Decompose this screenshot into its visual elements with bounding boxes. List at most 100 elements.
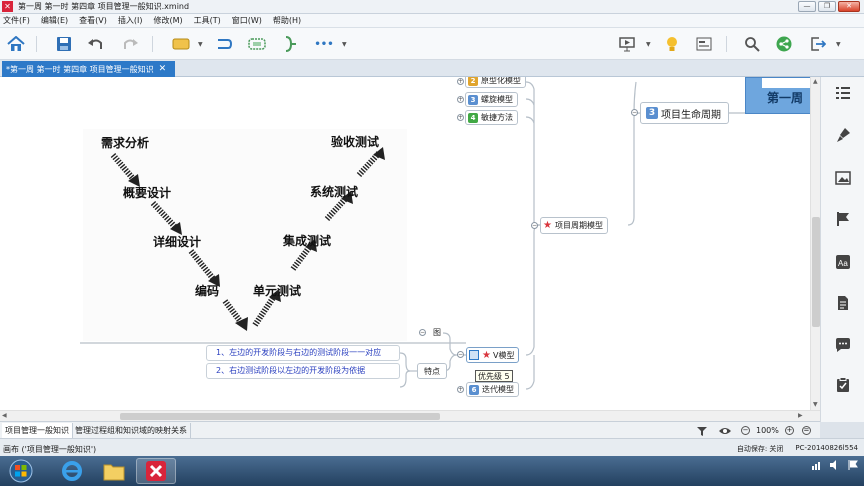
sheet-tab-general-knowledge[interactable]: 项目管理一般知识	[2, 423, 73, 438]
taskbar-ie[interactable]	[52, 458, 92, 484]
vertical-scroll-thumb[interactable]	[812, 217, 820, 327]
node-trait-two[interactable]: 2、右边测试阶段以左边的开发阶段为依据	[206, 363, 400, 379]
title-bar: ✕ 第一周 第一时 第四章 项目管理一般知识.xmind — ❐ ✕	[0, 0, 864, 14]
sheet-tab-bar: 项目管理一般知识 管理过程组和知识域的映射关系 − 100% + =	[0, 421, 820, 438]
scroll-right-icon[interactable]: ▶	[798, 412, 803, 419]
xmind-logo-icon: ✕	[2, 1, 13, 12]
presentation-icon[interactable]	[617, 34, 637, 54]
collapse-toggle-icon[interactable]: −	[531, 222, 538, 229]
network-icon[interactable]	[812, 460, 822, 470]
expand-toggle-icon[interactable]: +	[457, 114, 464, 121]
tab-close-icon[interactable]: ✕	[159, 64, 167, 74]
share-icon[interactable]	[774, 34, 794, 54]
node-project-cycle-model[interactable]: ★ 项目周期模型	[540, 217, 608, 234]
image-marker-icon	[469, 350, 479, 360]
node-project-lifecycle[interactable]: 3 项目生命周期	[640, 102, 729, 124]
scroll-left-icon[interactable]: ◀	[2, 412, 7, 419]
idea-icon[interactable]	[662, 34, 682, 54]
collapse-toggle-icon[interactable]: −	[419, 329, 426, 336]
search-icon[interactable]	[742, 34, 762, 54]
redo-icon[interactable]	[120, 34, 140, 54]
eye-icon[interactable]	[719, 426, 731, 436]
menu-file[interactable]: 文件(F)	[3, 15, 30, 26]
expand-toggle-icon[interactable]: +	[457, 78, 464, 85]
zoom-level[interactable]: 100%	[756, 426, 779, 435]
volume-icon[interactable]	[830, 460, 840, 470]
collapse-toggle-icon[interactable]: −	[631, 109, 638, 116]
menu-insert[interactable]: 插入(I)	[118, 15, 143, 26]
node-trait-one[interactable]: 1、左边的开发阶段与右边的测试阶段一一对应	[206, 345, 400, 361]
menu-help[interactable]: 帮助(H)	[273, 15, 301, 26]
task-info-icon[interactable]	[835, 377, 851, 393]
zoom-in-button[interactable]: +	[784, 426, 794, 435]
menu-window[interactable]: 窗口(W)	[232, 15, 262, 26]
node-label: 项目生命周期	[661, 109, 721, 121]
export-dropdown-icon[interactable]: ▼	[836, 41, 841, 48]
vertical-scrollbar[interactable]: ▲ ▼	[810, 77, 820, 410]
horizontal-scrollbar[interactable]: ◀ ▶	[0, 410, 820, 421]
fit-map-icon[interactable]: =	[801, 426, 811, 435]
expand-toggle-icon[interactable]: +	[457, 96, 464, 103]
v-label-requirements: 需求分析	[101, 135, 149, 150]
presentation-dropdown-icon[interactable]: ▼	[646, 41, 651, 48]
menu-tools[interactable]: 工具(T)	[194, 15, 221, 26]
status-machine-name: PC-20140826l554	[795, 444, 858, 452]
notes-icon[interactable]	[835, 295, 851, 311]
collapse-toggle-icon[interactable]: −	[457, 351, 464, 358]
mindmap-canvas[interactable]: 2 原型化模型 + 3 螺旋模型 + 4 敏捷方法 + ★ 项目周期模型 − 3…	[0, 77, 810, 410]
topic-dropdown-icon[interactable]: ▼	[198, 41, 203, 48]
more-dropdown-icon[interactable]: ▼	[342, 41, 347, 48]
star-icon: ★	[543, 220, 552, 231]
start-button[interactable]	[6, 458, 36, 484]
zoom-out-button[interactable]: −	[741, 426, 750, 435]
document-tab[interactable]: *第一周 第一时 第四章 项目管理一般知识 ✕	[2, 61, 175, 77]
node-traits[interactable]: 特点	[417, 363, 447, 379]
v-model-image[interactable]: 需求分析 概要设计 详细设计 编码 单元测试 集成测试 系统测试 验收测试	[83, 129, 407, 341]
node-v-model[interactable]: ★ V模型	[466, 347, 520, 363]
format-brush-icon[interactable]	[835, 127, 851, 143]
v-label-acceptance-test: 验收测试	[331, 134, 379, 149]
node-prototype-model[interactable]: 2 原型化模型	[465, 77, 526, 88]
expand-toggle-icon[interactable]: +	[457, 386, 464, 393]
boundary-icon[interactable]	[246, 34, 268, 54]
export-icon[interactable]	[808, 34, 828, 54]
save-icon[interactable]	[54, 34, 74, 54]
relationship-icon[interactable]	[214, 34, 234, 54]
menu-modify[interactable]: 修改(M)	[153, 15, 182, 26]
root-topic-week-one[interactable]: 第一周	[745, 77, 810, 114]
minimize-button[interactable]: —	[798, 1, 816, 12]
more-icon[interactable]: •••	[312, 34, 336, 54]
home-icon[interactable]	[6, 34, 26, 54]
taskbar-xmind[interactable]	[136, 458, 176, 484]
menu-edit[interactable]: 编辑(E)	[41, 15, 68, 26]
node-number-badge: 3	[468, 94, 478, 105]
horizontal-scroll-thumb[interactable]	[120, 413, 440, 420]
flag-icon[interactable]	[848, 460, 858, 470]
sheet-tab-process-mapping[interactable]: 管理过程组和知识域的映射关系	[72, 423, 191, 438]
marker-flag-icon[interactable]	[835, 211, 851, 227]
comment-icon[interactable]	[835, 337, 851, 353]
topic-icon[interactable]	[170, 34, 192, 54]
toolbar: ▼ ••• ▼ ▼ ▼	[0, 28, 864, 60]
taskbar-explorer[interactable]	[94, 458, 134, 484]
restore-button[interactable]: ❐	[818, 1, 836, 12]
overview-icon[interactable]	[694, 34, 714, 54]
star-icon: ★	[482, 349, 491, 361]
node-number-badge: 2	[468, 77, 478, 86]
menu-view[interactable]: 查看(V)	[79, 15, 107, 26]
status-autosave[interactable]: 自动保存: 关闭	[737, 444, 784, 454]
scroll-up-icon[interactable]: ▲	[813, 78, 818, 85]
image-icon[interactable]	[835, 170, 851, 186]
close-button[interactable]: ✕	[838, 1, 860, 12]
zoom-controls: − 100% + =	[697, 423, 811, 438]
scroll-down-icon[interactable]: ▼	[813, 401, 818, 408]
filter-icon[interactable]	[697, 426, 707, 436]
node-label: 原型化模型	[481, 77, 521, 85]
node-spiral-model[interactable]: 3 螺旋模型	[465, 92, 518, 107]
node-agile-method[interactable]: 4 敏捷方法	[465, 110, 518, 125]
text-style-icon[interactable]: Aa	[835, 254, 851, 270]
summary-icon[interactable]	[280, 34, 300, 54]
outline-icon[interactable]	[835, 85, 851, 101]
node-iterative-model[interactable]: 6 迭代模型	[466, 382, 519, 397]
undo-icon[interactable]	[86, 34, 106, 54]
